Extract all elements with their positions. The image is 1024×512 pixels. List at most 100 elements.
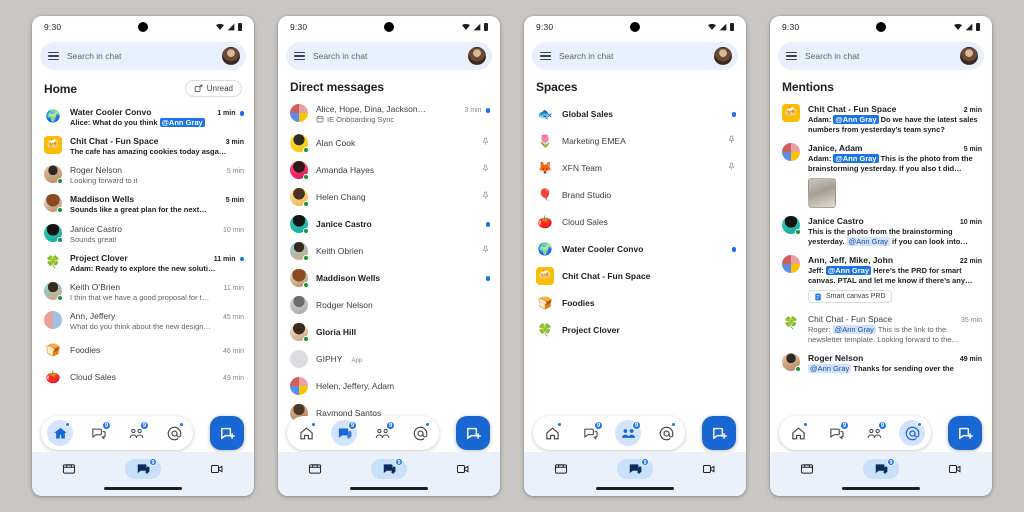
list-item[interactable]: 🦊 XFN Team <box>524 154 746 181</box>
nav-item-spaces[interactable]: 9 <box>367 420 397 446</box>
compose-fab[interactable] <box>210 416 244 450</box>
photo-attachment[interactable] <box>808 177 836 208</box>
list-item[interactable]: Alan Cook <box>278 129 500 156</box>
system-nav-meet[interactable] <box>689 459 729 479</box>
nav-item-mentions[interactable] <box>405 420 435 446</box>
nav-item-home[interactable] <box>537 420 567 446</box>
list-item-body: Gloria Hill <box>316 327 490 337</box>
list-item[interactable]: 🍀 Project Clover <box>524 316 746 343</box>
list-item[interactable]: Roger Nelson 49 min @Ann Gray Thanks for s… <box>770 349 992 378</box>
document-chip[interactable]: Smart canvas PRD <box>808 290 892 303</box>
nav-item-home[interactable] <box>783 420 813 446</box>
search-bar[interactable]: Search in chat <box>40 42 246 70</box>
system-nav-mail[interactable] <box>295 459 335 479</box>
front-camera-icon <box>876 22 886 32</box>
search-bar[interactable]: Search in chat <box>532 42 738 70</box>
nav-badge: 9 <box>140 421 149 430</box>
list-item[interactable]: Maddison Wells 5 min Sounds like a great p… <box>32 190 254 219</box>
list-item[interactable]: Amanda Hayes <box>278 156 500 183</box>
hamburger-menu-icon[interactable] <box>294 51 305 61</box>
list-item[interactable]: Alice, Hope, Dina, Jackson… 3 min IE Onboa… <box>278 100 500 129</box>
nav-item-mentions[interactable] <box>159 420 189 446</box>
system-nav-chat[interactable]: 9 <box>369 458 409 479</box>
system-nav-mail[interactable] <box>49 459 89 479</box>
nav-item-home[interactable] <box>45 420 75 446</box>
compose-fab[interactable] <box>702 416 736 450</box>
hamburger-menu-icon[interactable] <box>786 51 797 61</box>
list-item[interactable]: Janice, Adam 5 min Adam: @Ann Gray This is… <box>770 139 992 211</box>
nav-item-chat[interactable]: 9 <box>329 420 359 446</box>
system-nav-mail[interactable] <box>541 459 581 479</box>
search-input[interactable]: Search in chat <box>313 51 460 61</box>
nav-item-spaces[interactable]: 9 <box>859 420 889 446</box>
list-item[interactable]: 🍞 Foodies 46 min <box>32 336 254 363</box>
search-input[interactable]: Search in chat <box>559 51 706 61</box>
account-avatar[interactable] <box>960 47 978 65</box>
compose-fab[interactable] <box>948 416 982 450</box>
list-item[interactable]: Keith O’Brien 11 min I thin that we have a… <box>32 278 254 307</box>
list-item[interactable]: Keith Obrien <box>278 237 500 264</box>
nav-item-mentions[interactable] <box>897 420 927 446</box>
unread-filter-button[interactable]: Unread <box>184 80 242 97</box>
list-item[interactable]: Helen, Jeffery, Adam <box>278 372 500 399</box>
list-item[interactable]: 🍻 Chit Chat - Fun Space 2 min Adam: @Ann Gr… <box>770 100 992 139</box>
system-nav-meet[interactable] <box>443 459 483 479</box>
nav-item-chat[interactable]: 9 <box>575 420 605 446</box>
list-item[interactable]: Helen Chang <box>278 183 500 210</box>
list-item[interactable]: Ann, Jeff, Mike, John 22 min Jeff: @Ann Gr… <box>770 251 992 310</box>
list-item[interactable]: 🎈 Brand Studio <box>524 181 746 208</box>
list-item[interactable]: 🍅 Cloud Sales 49 min <box>32 363 254 390</box>
list-item-meta: 49 min <box>960 356 982 363</box>
list-item[interactable]: 🌷 Marketing EMEA <box>524 127 746 154</box>
list-item[interactable]: 🍅 Cloud Sales <box>524 208 746 235</box>
hamburger-menu-icon[interactable] <box>540 51 551 61</box>
home-indicator[interactable] <box>350 487 428 490</box>
nav-item-home[interactable] <box>291 420 321 446</box>
list-item-name: Project Clover <box>562 324 620 335</box>
list-item-header: Marketing EMEA <box>562 135 736 146</box>
nav-item-mentions[interactable] <box>651 420 681 446</box>
list-item[interactable]: 🍻 Chit Chat - Fun Space <box>524 262 746 289</box>
list-item[interactable]: GIPHY App <box>278 345 500 372</box>
account-avatar[interactable] <box>468 47 486 65</box>
list-item[interactable]: 🌍 Water Cooler Convo 1 min Alice: What do y… <box>32 103 254 132</box>
system-nav-mail[interactable] <box>787 459 827 479</box>
list-item[interactable]: 🌍 Water Cooler Convo <box>524 235 746 262</box>
compose-fab[interactable] <box>456 416 490 450</box>
nav-item-spaces[interactable]: 9 <box>121 420 151 446</box>
search-bar[interactable]: Search in chat <box>778 42 984 70</box>
nav-item-chat[interactable]: 9 <box>83 420 113 446</box>
account-avatar[interactable] <box>222 47 240 65</box>
list-item-name: Water Cooler Convo <box>562 243 644 254</box>
nav-item-spaces[interactable]: 9 <box>613 420 643 446</box>
list-item[interactable]: 🍀 Project Clover 11 min Adam: Ready to expl… <box>32 249 254 278</box>
list-item[interactable]: 🍻 Chit Chat - Fun Space 3 min The cafe has … <box>32 132 254 161</box>
mention-chip: @Ann Gray <box>832 324 876 334</box>
list-item[interactable]: Gloria Hill <box>278 318 500 345</box>
list-item[interactable]: Rodger Nelson <box>278 291 500 318</box>
nav-item-chat[interactable]: 9 <box>821 420 851 446</box>
list-item[interactable]: 🍞 Foodies <box>524 289 746 316</box>
search-input[interactable]: Search in chat <box>67 51 214 61</box>
system-nav-chat[interactable]: 9 <box>861 458 901 479</box>
system-nav-chat[interactable]: 9 <box>615 458 655 479</box>
system-nav-chat[interactable]: 9 <box>123 458 163 479</box>
home-indicator[interactable] <box>842 487 920 490</box>
account-avatar[interactable] <box>714 47 732 65</box>
list-item[interactable]: 🍀 Chit Chat - Fun Space 35 min Roger: @Ann … <box>770 310 992 349</box>
hamburger-menu-icon[interactable] <box>48 51 59 61</box>
system-nav-meet[interactable] <box>935 459 975 479</box>
system-nav-meet[interactable] <box>197 459 237 479</box>
list-item[interactable]: Ann, Jeffery 45 min What do you think abou… <box>32 307 254 336</box>
search-input[interactable]: Search in chat <box>805 51 952 61</box>
list-item[interactable]: Roger Nelson 5 min Looking forward to it <box>32 161 254 190</box>
list-item[interactable]: Maddison Wells <box>278 264 500 291</box>
home-indicator[interactable] <box>596 487 674 490</box>
search-bar[interactable]: Search in chat <box>286 42 492 70</box>
list-item[interactable]: Janice Castro 10 min This is the photo fro… <box>770 212 992 251</box>
list-item[interactable]: Janice Castro 10 min Sounds great! <box>32 220 254 249</box>
at-mention-icon <box>905 426 919 440</box>
list-item[interactable]: 🐟 Global Sales <box>524 100 746 127</box>
list-item[interactable]: Janice Castro <box>278 210 500 237</box>
home-indicator[interactable] <box>104 487 182 490</box>
